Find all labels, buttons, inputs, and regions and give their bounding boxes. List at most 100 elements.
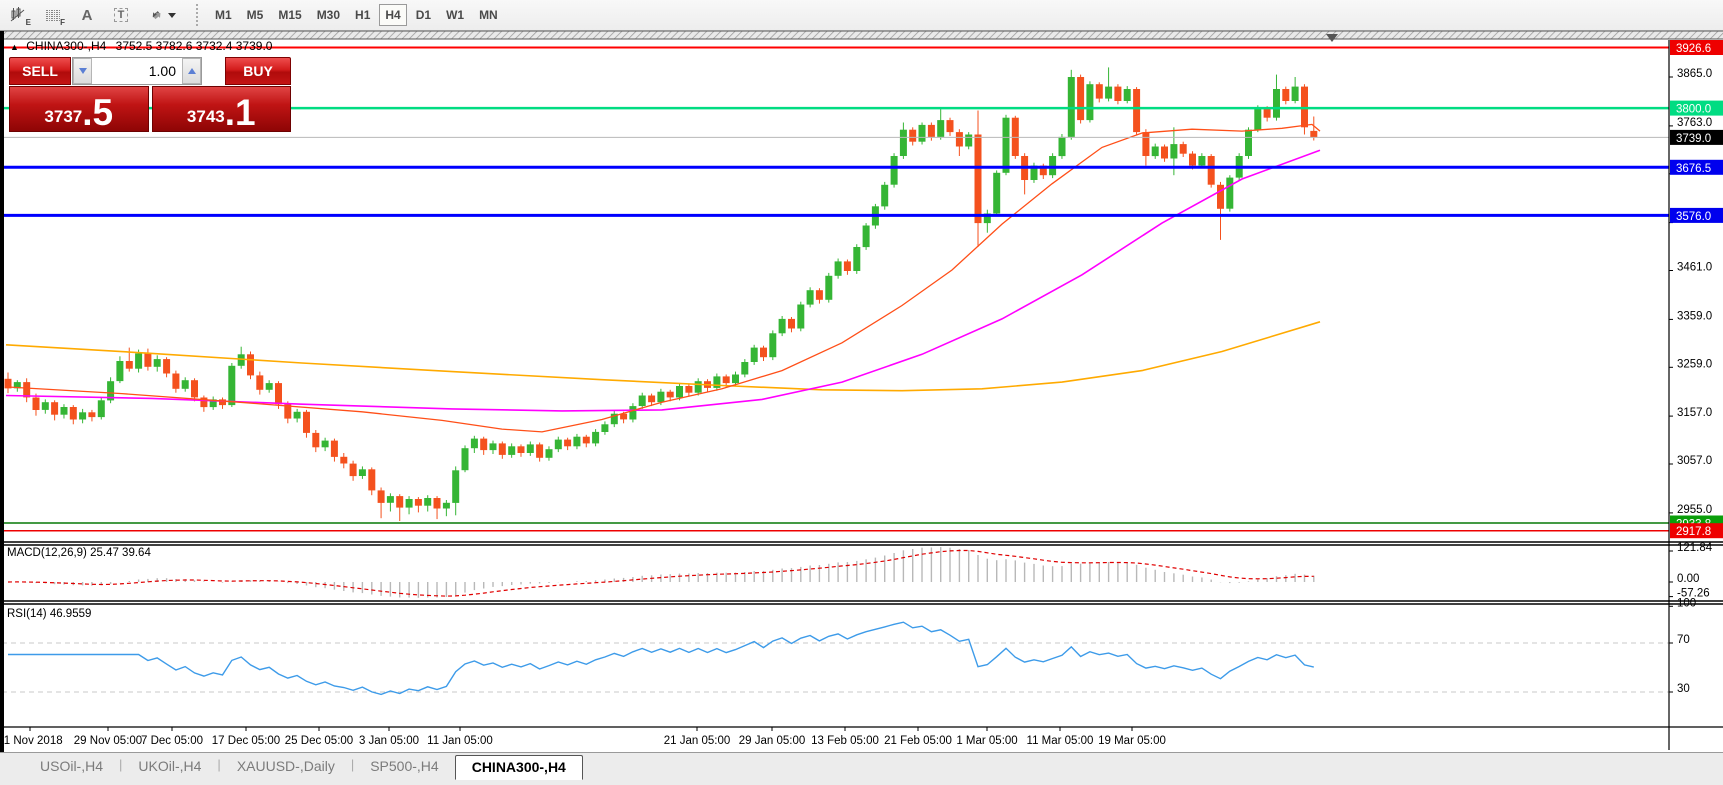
candle [256, 375, 263, 389]
candle [583, 437, 590, 444]
cursor-mode-icon[interactable] [142, 3, 182, 27]
buy-price-panel[interactable]: 3743 .1 [152, 86, 292, 132]
tab-xauusd[interactable]: XAUUSD-,Daily [221, 755, 351, 778]
candle [835, 261, 842, 275]
candle [247, 354, 254, 375]
candle [769, 333, 776, 357]
sell-button[interactable]: SELL [9, 57, 71, 85]
candle [266, 383, 273, 390]
candle [1152, 147, 1159, 157]
volume-increase-button[interactable] [182, 58, 201, 84]
axis-tick-label: 121.84 [1677, 542, 1713, 554]
chart-ohlc-values: 3752.5 3782.6 3732.4 3739.0 [116, 39, 273, 53]
buy-price-main: 3743 [187, 108, 225, 125]
candle [732, 375, 739, 384]
candle [760, 348, 767, 358]
tf-button-h1[interactable]: H1 [349, 4, 376, 26]
candle [396, 496, 403, 508]
svg-text:3576.0: 3576.0 [1676, 211, 1711, 223]
tf-button-m15[interactable]: M15 [272, 4, 307, 26]
chart-ohlc-header: ▲ CHINA300-,H4 3752.5 3782.6 3732.4 3739… [10, 39, 272, 53]
candle [723, 376, 730, 383]
axis-tick-label: 3359.0 [1677, 310, 1712, 322]
time-axis-label: 11 Jan 05:00 [427, 735, 493, 747]
candle [154, 359, 161, 367]
candle [937, 120, 944, 137]
tf-button-m5[interactable]: M5 [241, 4, 270, 26]
time-axis-label: 7 Dec 05:00 [141, 735, 203, 747]
axis-tick-label: 3461.0 [1677, 262, 1712, 274]
candle [508, 446, 515, 455]
candle [1226, 178, 1233, 209]
time-axis-label: 19 Mar 05:00 [1098, 735, 1166, 747]
icon-sub-label: E [26, 18, 31, 27]
candle [135, 353, 142, 368]
toolbar-separator [196, 4, 201, 26]
candle [928, 125, 935, 137]
candle [751, 348, 758, 362]
candle [797, 305, 804, 329]
candle [340, 457, 347, 464]
candle [555, 440, 562, 450]
candle [713, 376, 720, 388]
candle [116, 361, 123, 381]
candle [1049, 156, 1056, 175]
candle [853, 247, 860, 271]
candle [98, 400, 105, 417]
grid-icon-f[interactable]: F [40, 3, 66, 27]
icon-sub-label: F [60, 18, 65, 27]
time-axis-label: 25 Dec 05:00 [285, 735, 353, 747]
buy-button[interactable]: BUY [225, 57, 291, 85]
candle [424, 498, 431, 506]
candle [825, 276, 832, 300]
candle [919, 125, 926, 142]
candle [1170, 144, 1177, 158]
candle [51, 402, 58, 415]
candle [676, 386, 683, 398]
candle [61, 407, 68, 415]
candle [947, 120, 954, 132]
chart-canvas[interactable]: 3865.03763.03663.03561.03461.03359.03259… [2, 31, 1723, 752]
candle [70, 407, 77, 420]
buy-price-fraction: .1 [225, 97, 256, 128]
candle [965, 135, 972, 147]
sell-price-panel[interactable]: 3737 .5 [9, 86, 149, 132]
chart-profile-icon-e[interactable]: E [6, 3, 32, 27]
candle [573, 437, 580, 447]
candle [1105, 87, 1112, 99]
axis-tick-label: 3157.0 [1677, 407, 1712, 419]
tf-button-m30[interactable]: M30 [311, 4, 346, 26]
candle [1161, 147, 1168, 159]
tf-button-w1[interactable]: W1 [440, 4, 470, 26]
tf-button-d1[interactable]: D1 [410, 4, 437, 26]
candle [499, 443, 506, 455]
time-axis-label: 29 Jan 05:00 [739, 735, 806, 747]
rsi-indicator-label: RSI(14) 46.9559 [7, 608, 91, 620]
up-triangle-icon: ▲ [10, 42, 19, 52]
candle [228, 366, 235, 405]
candle [387, 496, 394, 503]
text-label-icon[interactable]: T [108, 3, 134, 27]
svg-text:3676.5: 3676.5 [1676, 163, 1711, 175]
candle [331, 441, 338, 457]
tab-sp500[interactable]: SP500-,H4 [354, 755, 454, 778]
volume-decrease-button[interactable] [73, 58, 92, 84]
axis-tick-label: 3259.0 [1677, 358, 1712, 370]
font-icon[interactable]: A [74, 3, 100, 27]
candle [564, 440, 571, 447]
arrows-glyph [148, 8, 164, 22]
candle [891, 156, 898, 185]
tf-button-mn[interactable]: MN [473, 4, 504, 26]
tab-china300[interactable]: CHINA300-,H4 [455, 755, 583, 780]
tf-button-m1[interactable]: M1 [209, 4, 238, 26]
time-axis-label: 13 Feb 05:00 [811, 735, 879, 747]
candle [42, 402, 49, 410]
volume-input[interactable] [92, 58, 182, 84]
tab-usoil[interactable]: USOil-,H4 [24, 755, 119, 778]
candle [406, 499, 413, 508]
tab-ukoil[interactable]: UKOil-,H4 [122, 755, 217, 778]
candle [126, 361, 133, 369]
candle [844, 261, 851, 271]
tf-button-h4[interactable]: H4 [379, 4, 406, 26]
chart-symbol-period: CHINA300-,H4 [26, 39, 106, 53]
